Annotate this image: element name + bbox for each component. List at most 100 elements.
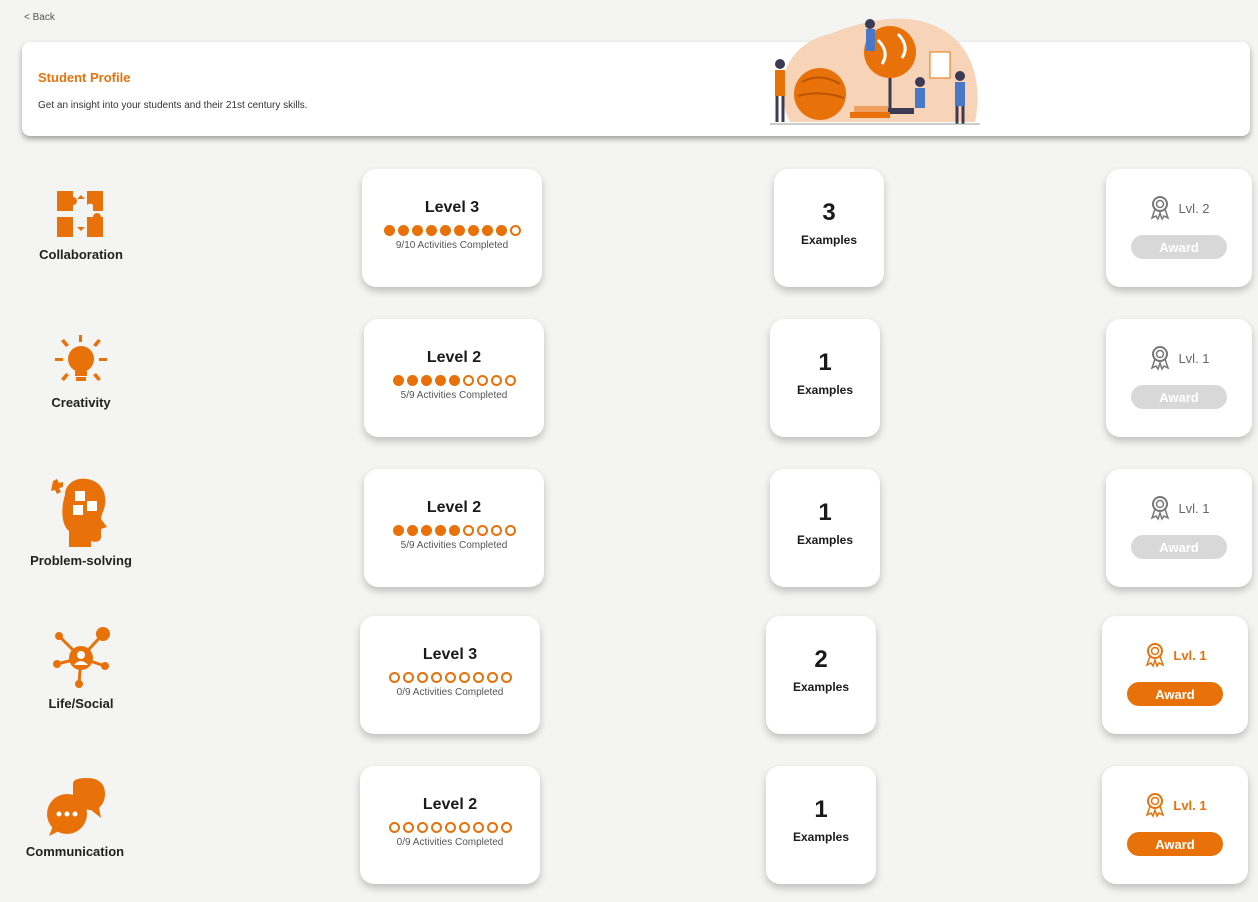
award-button[interactable]: Award [1127,682,1223,706]
progress-dot-filled [434,525,446,536]
page-subtitle: Get an insight into your students and th… [38,100,308,111]
examples-label: Examples [796,533,854,547]
progress-dot-empty [490,375,502,386]
ribbon-award-icon [1151,196,1170,221]
examples-label: Examples [800,233,858,247]
progress-dot-empty [504,525,516,536]
ribbon-award-icon [1146,643,1165,668]
skill-life-social: Life/Social [16,626,146,711]
examples-count: 1 [818,349,832,376]
examples-card[interactable]: 1 Examples [766,766,876,884]
progress-dot-empty [486,672,498,683]
header-card: Student Profile Get an insight into your… [22,18,1250,136]
progress-dot-empty [402,822,414,833]
back-link[interactable]: < Back [24,12,55,23]
puzzle-arrows-icon [57,191,103,237]
progress-dots [360,822,540,833]
head-puzzle-icon [51,478,107,547]
progress-dots [360,672,540,683]
skill-name: Problem-solving [30,553,132,568]
award-card: Lvl. 2 Award [1106,169,1252,287]
progress-dots [362,225,542,236]
level-card[interactable]: Level 2 0/9 Activities Completed [360,766,540,884]
level-card[interactable]: Level 3 9/10 Activities Completed [362,169,542,287]
examples-count: 2 [814,646,828,673]
award-button[interactable]: Award [1131,535,1227,559]
progress-dot-empty [476,375,488,386]
skill-row: Collaboration Level 3 9/10 Activities Co… [0,165,1258,290]
activities-completed: 5/9 Activities Completed [400,540,508,551]
skill-name: Communication [25,844,125,859]
skill-name: Life/Social [48,696,114,711]
level-title: Level 2 [422,796,478,813]
award-button[interactable]: Award [1131,235,1227,259]
progress-dot-filled [420,375,432,386]
progress-dot-empty [472,672,484,683]
chat-bubbles-icon [47,778,105,836]
award-level: Lvl. 1 [1178,500,1210,516]
progress-dot-empty [430,672,442,683]
activities-completed: 5/9 Activities Completed [400,390,508,401]
progress-dot-filled [397,225,409,236]
award-button[interactable]: Award [1127,832,1223,856]
skill-row: Communication Level 2 0/9 Activities Com… [0,762,1258,887]
progress-dot-filled [420,525,432,536]
progress-dot-empty [402,672,414,683]
progress-dot-filled [392,525,404,536]
progress-dot-empty [500,822,512,833]
progress-dot-filled [448,375,460,386]
progress-dot-empty [444,672,456,683]
activities-completed: 9/10 Activities Completed [395,240,509,251]
examples-card[interactable]: 3 Examples [774,169,884,287]
award-level: Lvl. 1 [1173,647,1207,663]
skill-row: Problem-solving Level 2 5/9 Activities C… [0,465,1258,590]
classroom-illustration [770,18,980,125]
progress-dot-empty [500,672,512,683]
level-card[interactable]: Level 2 5/9 Activities Completed [364,469,544,587]
award-card: Lvl. 1 Award [1106,319,1252,437]
award-button[interactable]: Award [1131,385,1227,409]
award-card: Lvl. 1 Award [1106,469,1252,587]
examples-card[interactable]: 1 Examples [770,319,880,437]
award-level: Lvl. 2 [1178,200,1210,216]
progress-dot-empty [490,525,502,536]
award-level: Lvl. 1 [1173,797,1207,813]
progress-dot-empty [416,822,428,833]
level-card[interactable]: Level 3 0/9 Activities Completed [360,616,540,734]
progress-dot-filled [411,225,423,236]
skill-creativity: Creativity [16,333,146,410]
examples-card[interactable]: 2 Examples [766,616,876,734]
progress-dot-empty [504,375,516,386]
progress-dot-filled [453,225,465,236]
progress-dot-empty [472,822,484,833]
skill-communication: Communication [10,778,140,859]
examples-label: Examples [792,830,850,844]
progress-dot-filled [406,375,418,386]
progress-dot-empty [462,525,474,536]
level-title: Level 3 [424,199,480,216]
activities-completed: 0/9 Activities Completed [396,687,504,698]
level-card[interactable]: Level 2 5/9 Activities Completed [364,319,544,437]
ribbon-award-icon [1151,496,1170,521]
progress-dot-empty [458,822,470,833]
progress-dot-empty [476,525,488,536]
examples-card[interactable]: 1 Examples [770,469,880,587]
activities-completed: 0/9 Activities Completed [396,837,504,848]
page-title: Student Profile [38,70,131,85]
examples-label: Examples [796,383,854,397]
ribbon-award-icon [1146,793,1165,818]
progress-dot-empty [430,822,442,833]
ribbon-award-icon [1151,346,1170,371]
skill-name: Collaboration [39,247,123,262]
progress-dot-empty [462,375,474,386]
progress-dot-filled [383,225,395,236]
skill-name: Creativity [51,395,111,410]
progress-dot-filled [406,525,418,536]
progress-dot-filled [425,225,437,236]
social-network-icon [53,627,110,688]
progress-dot-empty [444,822,456,833]
level-title: Level 3 [422,646,478,663]
skill-problem-solving: Problem-solving [16,475,146,568]
progress-dots [364,525,544,536]
skill-collaboration: Collaboration [16,185,146,262]
